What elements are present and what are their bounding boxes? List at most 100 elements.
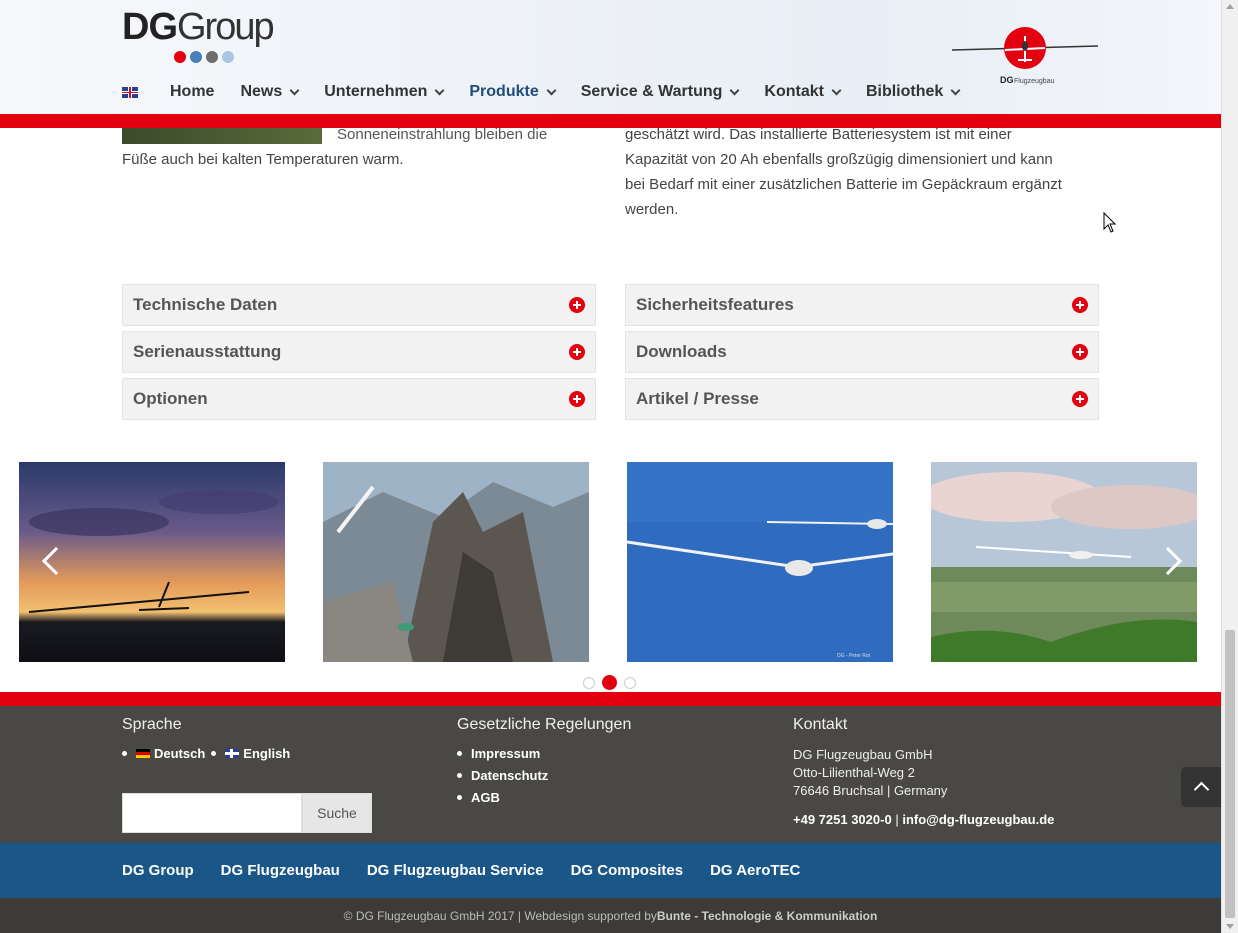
plus-circle-icon <box>569 391 585 407</box>
group-link-dg-group[interactable]: DG Group <box>122 862 194 879</box>
accordion-optionen[interactable]: Optionen <box>122 378 596 420</box>
chevron-down-icon <box>289 85 300 95</box>
page: DGGroup Home News Unternehmen Produkte S… <box>0 0 1238 933</box>
nav-item-unternehmen[interactable]: Unternehmen <box>324 83 445 101</box>
text-line: Kapazität von 20 Ah ebenfalls großzügig … <box>625 151 1053 168</box>
accordion-technische-daten[interactable]: Technische Daten <box>122 284 596 326</box>
copyright-bar: © DG Flugzeugbau GmbH 2017 | Webdesign s… <box>0 898 1221 933</box>
german-flag-icon <box>136 749 150 758</box>
accordion-label: Sicherheitsfeatures <box>636 295 794 314</box>
contact-separator: | <box>895 812 899 827</box>
lang-link-en[interactable]: English <box>243 746 290 761</box>
accordion-artikel-presse[interactable]: Artikel / Presse <box>625 378 1099 420</box>
contact-city: 76646 Bruchsal | Germany <box>793 783 948 798</box>
plus-circle-icon <box>569 344 585 360</box>
legal-link-agb[interactable]: AGB <box>457 790 631 805</box>
legal-link-impressum[interactable]: Impressum <box>457 746 631 761</box>
text-line: bei Bedarf mit einer zusätzlichen Batter… <box>625 176 1062 193</box>
legal-link-label: Datenschutz <box>471 768 549 783</box>
accordion-label: Technische Daten <box>133 295 278 314</box>
footer-title: Kontakt <box>793 716 848 733</box>
legal-link-label: AGB <box>471 790 500 805</box>
nav-item-label: Service & Wartung <box>580 83 723 100</box>
accordion-label: Downloads <box>636 342 727 361</box>
plus-circle-icon <box>1072 344 1088 360</box>
nav-item-label: Home <box>170 83 215 100</box>
vertical-scrollbar[interactable] <box>1221 0 1238 933</box>
nav-item-label: Bibliothek <box>865 83 944 100</box>
plus-circle-icon <box>1072 297 1088 313</box>
logo-dot <box>190 51 202 63</box>
slider-prev-arrow[interactable] <box>38 545 71 579</box>
nav-item-kontakt[interactable]: Kontakt <box>764 83 842 101</box>
footer-col-legal: Gesetzliche Regelungen Impressum Datensc… <box>457 716 631 812</box>
accordion-serienausstattung[interactable]: Serienausstattung <box>122 331 596 373</box>
footer-red-bar <box>0 692 1221 706</box>
contact-street: Otto-Lilienthal-Weg 2 <box>793 765 915 780</box>
logo-dots <box>174 51 273 63</box>
dg-flugzeugbau-logo[interactable]: DG Flugzeugbau <box>950 26 1100 90</box>
slider-dot-1[interactable] <box>583 676 595 689</box>
plus-circle-icon <box>1072 391 1088 407</box>
bullet <box>211 751 217 756</box>
slide-two-gliders-sky[interactable]: DG - Peter Rot <box>627 462 893 662</box>
accordion-downloads[interactable]: Downloads <box>625 331 1099 373</box>
bullet <box>457 773 462 778</box>
right-text-block: geschätzt wird. Das installierte Batteri… <box>625 122 1095 222</box>
svg-text:Flugzeugbau: Flugzeugbau <box>1014 78 1055 85</box>
contact-phone[interactable]: +49 7251 3020-0 <box>793 812 892 827</box>
nav-item-bibliothek[interactable]: Bibliothek <box>865 83 961 101</box>
chevron-down-icon <box>546 85 557 95</box>
legal-link-label: Impressum <box>471 746 541 761</box>
uk-flag-icon[interactable] <box>122 86 138 98</box>
nav-item-label: News <box>240 83 283 100</box>
footer-search: Suche <box>122 793 372 833</box>
slider-dot-3[interactable] <box>624 676 636 689</box>
accordion-label: Artikel / Presse <box>636 389 759 408</box>
contact-company: DG Flugzeugbau GmbH <box>793 747 933 762</box>
contact-email[interactable]: info@dg-flugzeugbau.de <box>902 812 1054 827</box>
logo-text-bold: DG <box>122 6 178 48</box>
search-input[interactable] <box>122 793 302 833</box>
chevron-up-icon <box>1193 781 1209 798</box>
group-links-bar: DG Group DG Flugzeugbau DG Flugzeugbau S… <box>0 843 1221 898</box>
copyright-text: © DG Flugzeugbau GmbH 2017 | Webdesign s… <box>343 908 657 923</box>
legal-link-datenschutz[interactable]: Datenschutz <box>457 768 631 783</box>
site-header: DGGroup Home News Unternehmen Produkte S… <box>0 0 1221 114</box>
dg-group-logo[interactable]: DGGroup <box>122 6 275 63</box>
legal-links: Impressum Datenschutz AGB <box>457 746 631 805</box>
slider-next-arrow[interactable] <box>1153 545 1184 579</box>
accordion-sicherheitsfeatures[interactable]: Sicherheitsfeatures <box>625 284 1099 326</box>
chevron-down-icon <box>729 85 740 95</box>
scroll-up-icon[interactable] <box>1226 4 1234 9</box>
slider-dots <box>583 675 636 690</box>
scroll-down-icon[interactable] <box>1226 924 1234 929</box>
nav-item-news[interactable]: News <box>240 83 300 101</box>
bullet <box>457 795 462 800</box>
group-link-dg-flugzeugbau-service[interactable]: DG Flugzeugbau Service <box>367 862 544 879</box>
site-footer: Sprache Deutsch English Suche Gesetzlich… <box>0 706 1221 843</box>
bullet <box>457 751 462 756</box>
search-button[interactable]: Suche <box>302 793 372 833</box>
group-link-dg-flugzeugbau[interactable]: DG Flugzeugbau <box>221 862 340 879</box>
lang-link-de[interactable]: Deutsch <box>154 746 205 761</box>
nav-item-label: Produkte <box>469 83 539 100</box>
accordion-label: Optionen <box>133 389 208 408</box>
logo-dot <box>174 51 186 63</box>
accordion-label: Serienausstattung <box>133 342 282 361</box>
nav-item-label: Unternehmen <box>324 83 428 100</box>
scrollbar-thumb[interactable] <box>1225 630 1235 918</box>
webdesign-link[interactable]: Bunte - Technologie & Kommunikation <box>657 909 877 923</box>
slide-mountain-glider[interactable] <box>323 462 589 662</box>
group-link-dg-aerotec[interactable]: DG AeroTEC <box>710 862 800 879</box>
nav-item-service-wartung[interactable]: Service & Wartung <box>580 83 740 101</box>
slider-dot-2[interactable] <box>602 675 617 690</box>
language-links: Deutsch English <box>122 746 290 761</box>
nav-item-home[interactable]: Home <box>170 83 214 101</box>
back-to-top-button[interactable] <box>1181 767 1221 807</box>
footer-col-contact: Kontakt DG Flugzeugbau GmbH Otto-Lilient… <box>793 716 1054 827</box>
text-line: Füße auch bei kalten Temperaturen warm. <box>122 151 404 168</box>
logo-dot <box>222 51 234 63</box>
nav-item-produkte[interactable]: Produkte <box>469 83 557 101</box>
group-link-dg-composites[interactable]: DG Composites <box>571 862 684 879</box>
